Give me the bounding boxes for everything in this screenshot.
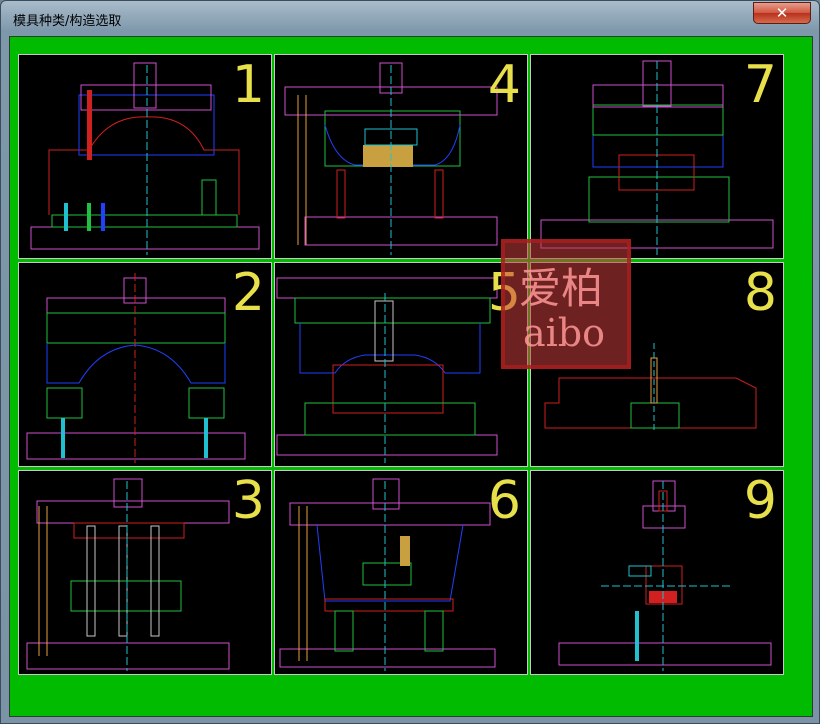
option-number: 9: [743, 471, 777, 531]
watermark-text-chinese: 爱柏: [519, 264, 604, 313]
mold-option-9[interactable]: 9: [530, 470, 784, 675]
mold-option-7[interactable]: 7: [530, 54, 784, 259]
mold-option-2[interactable]: 2: [18, 262, 272, 467]
option-number: 1: [231, 55, 265, 115]
dialog-window: 模具种类/构造选取 ✕ 1 4 7 2 8 3 6 9 爱柏 aibo: [0, 0, 820, 724]
mold-option-1[interactable]: 1: [18, 54, 272, 259]
option-number: 2: [231, 263, 265, 323]
option-number: 7: [743, 55, 777, 115]
option-number: 8: [743, 263, 777, 323]
mold-type-grid: 1 4 7 2 8 3 6 9 爱柏 aibo: [18, 54, 786, 678]
mold-option-6[interactable]: 6: [274, 470, 528, 675]
watermark-logo: 爱柏 aibo: [501, 239, 631, 369]
watermark-text-latin: aibo: [523, 311, 606, 355]
title-bar[interactable]: 模具种类/构造选取 ✕: [1, 1, 819, 35]
mold-option-3[interactable]: 3: [18, 470, 272, 675]
option-number: 6: [487, 471, 521, 531]
mold-option-4[interactable]: 4: [274, 54, 528, 259]
option-number: 4: [487, 55, 521, 115]
close-icon: ✕: [775, 4, 789, 22]
option-number: 3: [231, 471, 265, 531]
close-button[interactable]: ✕: [753, 2, 811, 24]
mold-option-5[interactable]: 5: [274, 262, 528, 467]
window-title: 模具种类/构造选取: [13, 14, 122, 29]
